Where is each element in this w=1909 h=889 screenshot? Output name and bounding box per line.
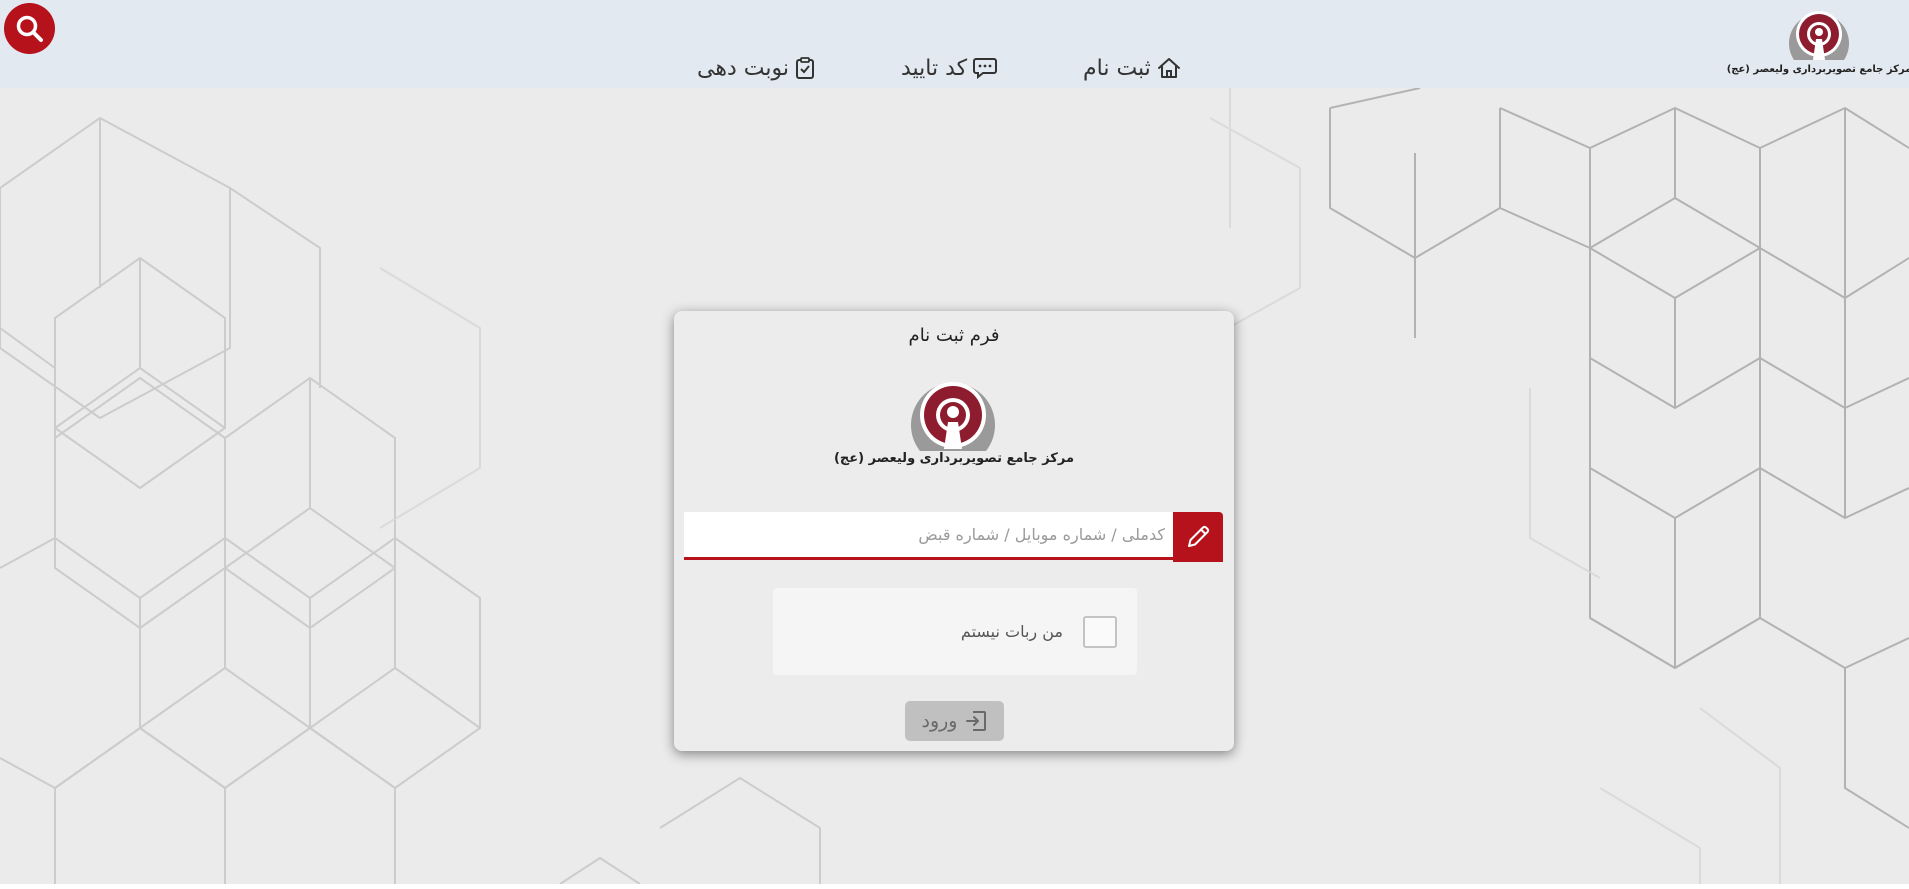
captcha-label: من ربات نیستم bbox=[960, 622, 1063, 641]
search-button[interactable] bbox=[4, 3, 55, 54]
nav-item-label: نوبت دهی bbox=[697, 55, 789, 81]
chat-icon bbox=[973, 58, 998, 79]
top-navbar: نوبت دهی کد تایید ثبت نام مرکز جامع تصوی… bbox=[0, 0, 1909, 88]
home-icon bbox=[1157, 58, 1180, 78]
nav-item-verification-code[interactable]: کد تایید bbox=[901, 52, 998, 84]
pencil-icon-box bbox=[1173, 512, 1223, 562]
form-brand-name: مرکز جامع تصویربرداری ولیعصر (عج) bbox=[833, 451, 1074, 466]
clinic-logo-icon bbox=[1789, 11, 1849, 60]
nav-item-label: کد تایید bbox=[901, 55, 968, 81]
identifier-input[interactable] bbox=[684, 512, 1173, 560]
nav-item-label: ثبت نام bbox=[1083, 55, 1151, 81]
nav-item-appointment[interactable]: نوبت دهی bbox=[697, 52, 815, 84]
pencil-icon bbox=[1188, 525, 1210, 547]
search-icon bbox=[16, 15, 43, 42]
registration-form-card: فرم ثبت نام مرکز جامع تصویربرداری ولیعصر… bbox=[674, 311, 1234, 751]
login-icon bbox=[965, 711, 986, 731]
form-title: فرم ثبت نام bbox=[908, 325, 1000, 346]
brand-logo[interactable]: مرکز جامع تصویربرداری ولیعصر (عج) bbox=[1727, 2, 1909, 82]
captcha-checkbox[interactable] bbox=[1083, 616, 1117, 648]
clinic-logo-icon bbox=[911, 382, 995, 451]
nav-item-register[interactable]: ثبت نام bbox=[1083, 52, 1181, 84]
captcha-widget: من ربات نیستم bbox=[773, 588, 1137, 675]
login-button[interactable]: ورود bbox=[905, 701, 1004, 741]
page: نوبت دهی کد تایید ثبت نام مرکز جامع تصوی… bbox=[0, 0, 1909, 889]
login-button-label: ورود bbox=[921, 710, 958, 732]
clipboard-check-icon bbox=[795, 57, 814, 79]
identifier-input-group bbox=[684, 512, 1223, 562]
brand-name: مرکز جامع تصویربرداری ولیعصر (عج) bbox=[1726, 64, 1909, 75]
